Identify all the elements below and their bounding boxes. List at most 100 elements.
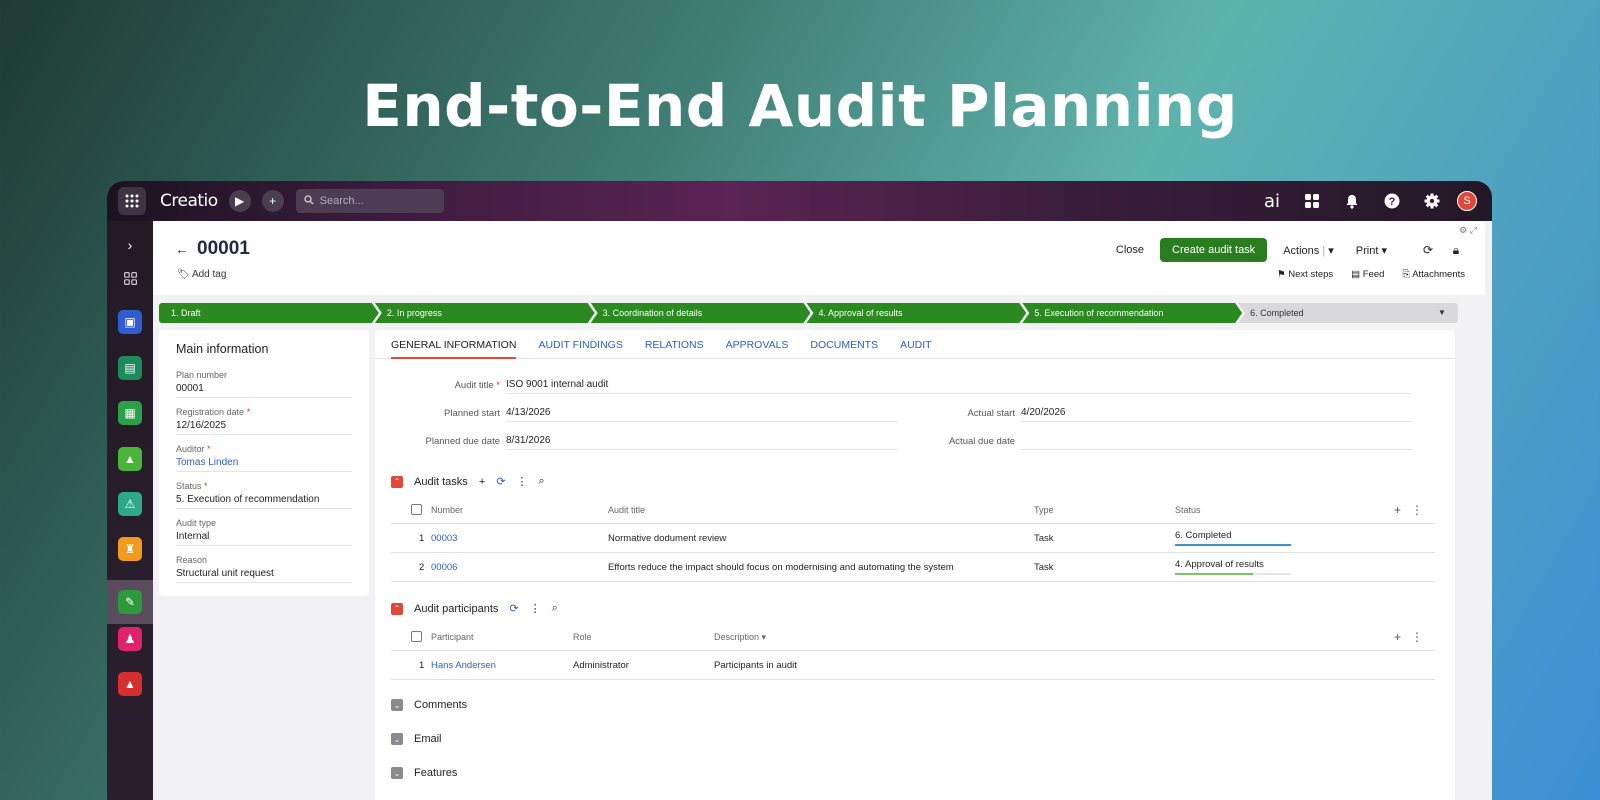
stage-in-progress[interactable]: 2. In progress <box>375 303 595 323</box>
ai-icon[interactable]: ai <box>1252 191 1292 212</box>
svg-text:?: ? <box>1389 196 1396 208</box>
add-column-icon[interactable]: + <box>1394 503 1401 517</box>
add-column-icon[interactable]: + <box>1394 630 1401 644</box>
task-number-link[interactable]: 00003 <box>431 525 457 553</box>
sidebar-app-6-icon[interactable]: ♜ <box>118 537 142 561</box>
paperclip-icon: ⎘ <box>1402 269 1411 280</box>
registration-date-field[interactable]: Registration date * 12/16/2025 <box>176 407 352 435</box>
sidebar-app-3-icon[interactable]: ▦ <box>118 401 142 425</box>
print-button[interactable]: Print ▾ <box>1356 244 1387 257</box>
settings-gear-icon[interactable] <box>1412 193 1452 209</box>
participant-description: Participants in audit <box>714 660 797 671</box>
planned-due-input[interactable]: 8/31/2026 <box>506 432 898 450</box>
auditor-field[interactable]: Auditor * Tomas Linden <box>176 444 352 472</box>
actions-button[interactable]: Actions | ▾ <box>1283 244 1334 257</box>
sidebar-audit-icon[interactable]: ✎ <box>118 590 142 614</box>
search-icon[interactable]: ⌕ <box>538 475 544 488</box>
notifications-bell-icon[interactable] <box>1332 194 1372 209</box>
actual-start-input[interactable]: 4/20/2026 <box>1021 404 1413 422</box>
tab-general-information[interactable]: GENERAL INFORMATION <box>391 330 517 359</box>
refresh-icon[interactable]: ⟳ <box>509 602 518 615</box>
plan-number-field[interactable]: Plan number 00001 <box>176 370 352 398</box>
expand-chevron-icon[interactable]: ⌄ <box>391 733 403 745</box>
features-section-header[interactable]: ⌄ Features <box>391 767 457 779</box>
sidebar-warning-icon[interactable]: ⚠ <box>118 492 142 516</box>
tab-audit[interactable]: AUDIT <box>900 330 932 359</box>
stage-approval[interactable]: 4. Approval of results <box>806 303 1026 323</box>
reason-field[interactable]: Reason Structural unit request <box>176 555 352 583</box>
task-number-link[interactable]: 00006 <box>431 554 457 582</box>
status-field[interactable]: Status * 5. Execution of recommendation <box>176 481 352 509</box>
add-tag-button[interactable]: 🏷︎ Add tag <box>177 269 226 280</box>
sidebar-app-1-icon[interactable]: ▣ <box>118 310 142 334</box>
more-vertical-icon[interactable]: ⋮ <box>516 475 527 488</box>
stage-execution[interactable]: 5. Execution of recommendation <box>1022 303 1242 323</box>
sidebar-app-9-icon[interactable]: ▲ <box>118 672 142 696</box>
chevron-down-icon[interactable]: ▼ <box>1438 303 1446 323</box>
participant-link[interactable]: Hans Andersen <box>431 652 496 680</box>
create-audit-task-button[interactable]: Create audit task <box>1160 238 1268 262</box>
table-row[interactable]: 1 Hans Andersen Administrator Participan… <box>391 652 1435 680</box>
user-avatar[interactable]: S <box>1457 191 1477 211</box>
audit-type-field[interactable]: Audit type Internal <box>176 518 352 546</box>
attachments-link[interactable]: ⎘ Attachments <box>1402 269 1465 280</box>
add-icon[interactable]: + <box>261 190 284 212</box>
sidebar-app-4-icon[interactable]: ▲ <box>118 447 142 471</box>
section-title: Audit tasks <box>414 475 468 488</box>
audit-title-input[interactable]: ISO 9001 internal audit <box>506 376 1412 394</box>
search-input[interactable]: Search... <box>295 189 444 213</box>
table-row[interactable]: 2 00006 Efforts reduce the impact should… <box>391 554 1435 582</box>
collapse-chevron-icon[interactable]: ⌃ <box>391 602 403 615</box>
back-arrow-icon[interactable]: ← <box>175 241 189 257</box>
table-row[interactable]: 1 00003 Normative dodument review Task 6… <box>391 525 1435 553</box>
column-header[interactable]: Role <box>573 623 592 651</box>
column-header[interactable]: Number <box>431 496 463 524</box>
refresh-icon[interactable]: ⟳ <box>1419 243 1437 257</box>
stage-progress-bar: 1. Draft 2. In progress 3. Coordination … <box>159 303 1458 323</box>
stage-coordination[interactable]: 3. Coordination of details <box>591 303 811 323</box>
more-vertical-icon[interactable]: ⋮ <box>1411 503 1423 517</box>
column-header[interactable]: Audit title <box>608 496 645 524</box>
select-all-checkbox[interactable] <box>411 631 422 642</box>
tab-audit-findings[interactable]: AUDIT FINDINGS <box>538 330 622 359</box>
close-button[interactable]: Close <box>1116 244 1144 256</box>
add-icon[interactable]: + <box>479 476 485 488</box>
more-vertical-icon[interactable]: ⋮ <box>1411 630 1423 644</box>
feed-link[interactable]: ▤ Feed <box>1351 269 1384 280</box>
more-vertical-icon[interactable]: ⋮ <box>530 602 541 615</box>
column-header[interactable]: Status <box>1175 496 1201 524</box>
stage-draft[interactable]: 1. Draft <box>159 303 379 323</box>
collapse-chevron-icon[interactable]: ⌃ <box>391 475 403 488</box>
auditor-link[interactable]: Tomas Linden <box>176 457 352 468</box>
select-all-checkbox[interactable] <box>411 504 422 515</box>
sidebar-app-2-icon[interactable]: ▤ <box>118 356 142 380</box>
app-launcher-icon[interactable] <box>118 187 146 215</box>
lock-icon[interactable]: 🔒︎ <box>1447 243 1465 258</box>
expand-chevron-icon[interactable]: ⌄ <box>391 767 403 779</box>
tab-approvals[interactable]: APPROVALS <box>726 330 789 359</box>
page-settings-icon[interactable]: ⚙ ⤢ <box>1459 225 1477 236</box>
field-label-wrap: Status * <box>176 481 352 491</box>
sidebar-app-8-icon[interactable]: ♟ <box>118 627 142 651</box>
expand-sidebar-icon[interactable]: › <box>118 233 142 257</box>
search-placeholder: Search... <box>319 195 364 207</box>
workplaces-icon[interactable] <box>118 266 142 290</box>
actual-due-input[interactable] <box>1021 432 1413 450</box>
run-process-icon[interactable]: ▶ <box>228 190 251 212</box>
column-header[interactable]: Participant <box>431 623 474 651</box>
refresh-icon[interactable]: ⟳ <box>496 475 505 488</box>
apps-icon[interactable] <box>1292 194 1332 208</box>
column-header[interactable]: Type <box>1034 496 1054 524</box>
tab-relations[interactable]: RELATIONS <box>645 330 704 359</box>
hero-title: End-to-End Audit Planning <box>362 72 1238 140</box>
next-steps-link[interactable]: ⚑ Next steps <box>1277 269 1333 280</box>
search-icon[interactable]: ⌕ <box>552 602 558 615</box>
email-section-header[interactable]: ⌄ Email <box>391 733 442 745</box>
expand-chevron-icon[interactable]: ⌄ <box>391 699 403 711</box>
stage-completed[interactable]: 6. Completed ▼ <box>1238 303 1458 323</box>
planned-start-input[interactable]: 4/13/2026 <box>506 404 898 422</box>
tab-documents[interactable]: DOCUMENTS <box>810 330 878 359</box>
column-header-description[interactable]: Description ▾ <box>714 623 766 651</box>
comments-section-header[interactable]: ⌄ Comments <box>391 699 467 711</box>
help-icon[interactable]: ? <box>1372 193 1412 209</box>
